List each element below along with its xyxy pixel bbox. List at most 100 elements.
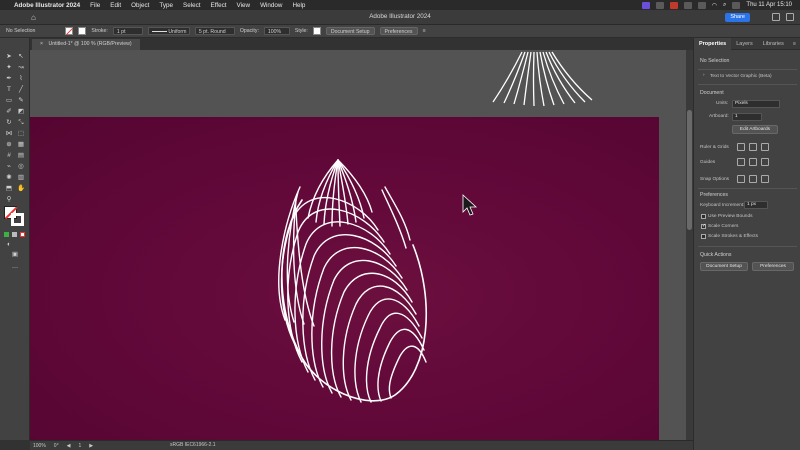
stroke-swatch[interactable]	[78, 27, 87, 35]
panel-toggle-icon[interactable]	[772, 13, 780, 21]
clock-text[interactable]: Thu 11 Apr 15:10	[746, 2, 792, 8]
color-mode-icon[interactable]	[4, 232, 9, 237]
menu-window[interactable]: Window	[260, 2, 282, 9]
quick-document-setup-button[interactable]: Document Setup	[700, 262, 748, 271]
gradient-mode-icon[interactable]	[12, 232, 17, 237]
quick-preferences-button[interactable]: Preferences	[752, 262, 794, 271]
artboard-tool-icon[interactable]: ⬒	[4, 184, 14, 193]
gradient-tool-icon[interactable]: ▤	[16, 151, 26, 160]
chevron-right-icon[interactable]: ›	[703, 73, 705, 78]
menu-type[interactable]: Type	[159, 2, 173, 9]
grid-icon[interactable]	[749, 143, 757, 151]
units-dropdown[interactable]: Pixels	[732, 100, 780, 108]
variable-width-profile[interactable]: Uniform	[147, 27, 190, 35]
guides-icon[interactable]	[737, 158, 745, 166]
smart-guides-icon[interactable]	[761, 158, 769, 166]
menu-select[interactable]: Select	[183, 2, 201, 9]
status-app-icon[interactable]	[641, 1, 650, 9]
search-icon[interactable]: ⌕	[723, 2, 726, 9]
scale-tool-icon[interactable]: ⤡	[16, 118, 26, 127]
blend-tool-icon[interactable]: ◎	[16, 162, 26, 171]
tab-libraries[interactable]: Libraries	[758, 38, 789, 50]
fill-stroke-widget[interactable]	[4, 206, 26, 226]
rotate-tool-icon[interactable]: ↻	[4, 118, 14, 127]
graph-tool-icon[interactable]: ▥	[16, 173, 26, 182]
pen-tool-icon[interactable]: ✒	[4, 74, 14, 83]
magic-wand-icon[interactable]: ✦	[4, 63, 14, 72]
prev-artboard-icon[interactable]: ◀	[67, 443, 71, 449]
snap-glyph-icon[interactable]	[761, 175, 769, 183]
status-icon-3[interactable]	[669, 1, 678, 9]
artboard-number[interactable]: 1	[78, 443, 81, 449]
line-tool-icon[interactable]: ╱	[16, 85, 26, 94]
opacity-field[interactable]: 100%	[263, 27, 290, 35]
none-mode-icon[interactable]	[20, 232, 25, 237]
tab-layers[interactable]: Layers	[731, 38, 758, 50]
document-setup-button[interactable]: Document Setup	[325, 27, 375, 35]
artboard-field[interactable]: 1	[732, 113, 762, 121]
menu-app-name[interactable]: Adobe Illustrator 2024	[14, 2, 80, 9]
tab-properties[interactable]: Properties	[694, 37, 732, 50]
use-preview-bounds-checkbox[interactable]	[701, 214, 706, 219]
snap-point-icon[interactable]	[737, 175, 745, 183]
selection-tool-icon[interactable]: ➤	[4, 52, 14, 61]
mesh-tool-icon[interactable]: #	[4, 151, 14, 160]
perspective-grid-icon[interactable]: ▦	[16, 140, 26, 149]
canvas-area[interactable]	[30, 50, 693, 440]
draw-mode-icon[interactable]: ◐	[4, 240, 14, 249]
menu-help[interactable]: Help	[292, 2, 305, 9]
vertical-scrollbar[interactable]	[686, 50, 693, 440]
menu-object[interactable]: Object	[131, 2, 149, 9]
wifi-icon[interactable]: ◠	[712, 2, 717, 9]
keyboard-increment-field[interactable]: 1 px	[744, 201, 768, 209]
direct-selection-tool-icon[interactable]: ↖	[16, 52, 26, 61]
more-options-icon[interactable]: ≡	[423, 28, 426, 34]
eraser-icon[interactable]: ◩	[16, 107, 26, 116]
hand-tool-icon[interactable]: ✋	[16, 184, 26, 193]
rotation-level[interactable]: 0°	[54, 443, 59, 449]
style-swatch[interactable]	[312, 27, 321, 35]
lasso-icon[interactable]: ↝	[16, 63, 26, 72]
preferences-button[interactable]: Preferences	[379, 27, 418, 35]
free-transform-icon[interactable]: ⬚	[16, 129, 26, 138]
brush-definition[interactable]: 5 pt. Round	[194, 27, 235, 35]
width-tool-icon[interactable]: ⋈	[4, 129, 14, 138]
share-button[interactable]: Share	[725, 13, 750, 22]
menu-view[interactable]: View	[237, 2, 251, 9]
scale-corners-checkbox[interactable]	[701, 223, 706, 229]
scrollbar-thumb[interactable]	[687, 110, 692, 230]
paintbrush-icon[interactable]: ✎	[16, 96, 26, 105]
next-artboard-icon[interactable]: ▶	[89, 443, 93, 449]
rulers-icon[interactable]	[737, 143, 745, 151]
status-icon-2[interactable]	[655, 1, 664, 9]
status-icon-5[interactable]	[697, 1, 706, 9]
screen-mode-icon[interactable]: ▣	[10, 250, 20, 259]
text-to-vector-item[interactable]: Text to Vector Graphic (Beta)	[710, 74, 772, 79]
menu-effect[interactable]: Effect	[211, 2, 227, 9]
panel-menu-icon[interactable]: ≡	[793, 41, 800, 47]
shaper-tool-icon[interactable]: ✐	[4, 107, 14, 116]
transparency-grid-icon[interactable]	[761, 143, 769, 151]
zoom-tool-icon[interactable]: ⚲	[4, 195, 14, 204]
shape-builder-icon[interactable]: ⊕	[4, 140, 14, 149]
eyedropper-icon[interactable]: ⌁	[4, 162, 14, 171]
close-tab-icon[interactable]: ×	[40, 41, 43, 47]
edit-artboards-button[interactable]: Edit Artboards	[732, 125, 778, 134]
document-tab[interactable]: × Untitled-1* @ 100 % (RGB/Preview)	[32, 39, 140, 50]
stroke-color-swatch[interactable]	[11, 213, 24, 226]
lock-guides-icon[interactable]	[749, 158, 757, 166]
stroke-weight-field[interactable]: 1 pt	[112, 27, 143, 35]
zoom-level[interactable]: 100%	[33, 443, 46, 449]
symbol-sprayer-icon[interactable]: ✺	[4, 173, 14, 182]
scale-strokes-checkbox[interactable]	[701, 234, 706, 239]
type-tool-icon[interactable]: T	[4, 85, 14, 94]
snap-pixel-icon[interactable]	[749, 175, 757, 183]
curvature-icon[interactable]: ⌇	[16, 74, 26, 83]
fill-swatch[interactable]	[65, 27, 74, 35]
edit-toolbar-icon[interactable]: …	[10, 262, 20, 271]
arrange-icon[interactable]	[786, 13, 794, 21]
control-center-icon[interactable]	[732, 1, 741, 9]
menu-file[interactable]: File	[90, 2, 100, 9]
status-icon-4[interactable]	[683, 1, 692, 9]
rectangle-tool-icon[interactable]: ▭	[4, 96, 14, 105]
